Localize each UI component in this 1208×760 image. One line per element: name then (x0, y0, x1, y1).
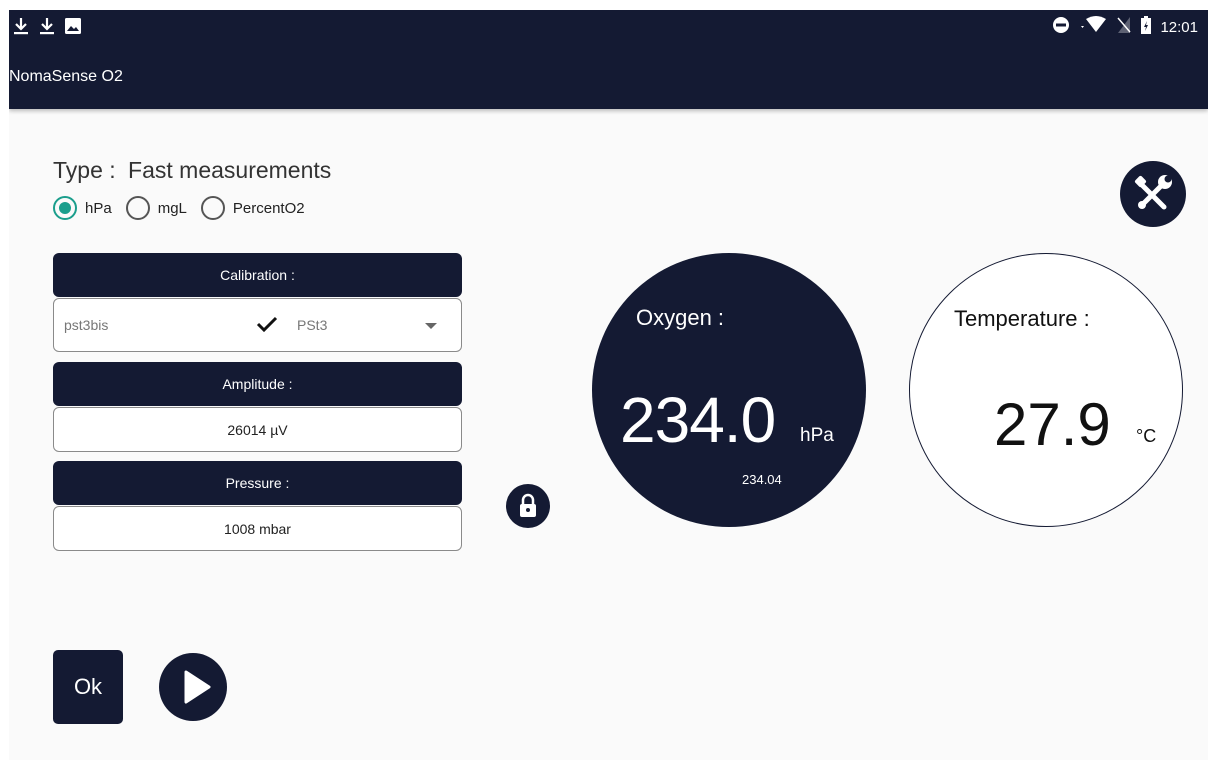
status-left (11, 15, 83, 42)
calibration-select[interactable]: pst3bis PSt3 (53, 298, 462, 352)
pressure-header: Pressure : (53, 461, 462, 505)
app-window: 12:01 NomaSense O2 Type : Fast measureme… (9, 10, 1208, 760)
oxygen-title: Oxygen : (636, 305, 725, 330)
checkmark-icon (256, 315, 278, 338)
oxygen-gauge: Oxygen : 234.0 hPa 234.04 (592, 253, 866, 527)
no-sim-icon (1116, 16, 1132, 38)
radio-label: hPa (85, 199, 112, 217)
temperature-value: 27.9 (994, 391, 1111, 458)
clock: 12:01 (1160, 18, 1198, 36)
settings-tools-button[interactable] (1120, 161, 1186, 227)
pressure-value[interactable]: 1008 mbar (53, 506, 462, 551)
oxygen-unit: hPa (800, 425, 834, 446)
radio-hpa[interactable]: hPa (53, 196, 112, 220)
amplitude-header: Amplitude : (53, 362, 462, 406)
tools-icon (1134, 175, 1172, 210)
calibration-selected: PSt3 (297, 317, 328, 333)
status-right: 12:01 (1052, 16, 1198, 38)
calibration-header: Calibration : (53, 253, 462, 297)
calibration-sensor: pst3bis (64, 317, 109, 333)
radio-unchecked-icon[interactable] (200, 196, 225, 220)
download-icon (11, 15, 31, 42)
unit-radio-group: hPa mgL PercentO2 (53, 196, 319, 220)
ok-button[interactable]: Ok (53, 650, 123, 724)
type-label: Type : (53, 157, 116, 183)
play-icon (184, 670, 211, 704)
image-icon (63, 15, 83, 42)
type-line: Type : Fast measurements (53, 157, 337, 184)
amplitude-value: 26014 µV (53, 407, 462, 452)
radio-checked-icon[interactable] (53, 196, 77, 220)
radio-unchecked-icon[interactable] (125, 196, 150, 220)
radio-percento2[interactable]: PercentO2 (200, 196, 305, 220)
radio-mgl[interactable]: mgL (125, 196, 187, 220)
wifi-icon (1078, 16, 1108, 38)
do-not-disturb-icon (1052, 16, 1070, 38)
radio-label: mgL (157, 199, 187, 217)
app-title: NomaSense O2 (9, 68, 123, 85)
radio-label: PercentO2 (232, 199, 305, 217)
download-icon (37, 15, 57, 42)
temperature-gauge: Temperature : 27.9 °C (909, 253, 1183, 527)
oxygen-value: 234.0 (620, 384, 776, 456)
battery-icon (1140, 16, 1152, 38)
temperature-unit: °C (1136, 426, 1157, 446)
app-bar: 12:01 NomaSense O2 (9, 10, 1208, 109)
dropdown-caret-icon[interactable] (425, 323, 437, 329)
type-value: Fast measurements (128, 157, 332, 183)
play-button[interactable] (159, 653, 227, 721)
lock-icon (520, 493, 536, 517)
lock-button[interactable] (506, 484, 550, 528)
oxygen-raw-value: 234.04 (742, 472, 782, 487)
temperature-title: Temperature : (954, 306, 1090, 331)
